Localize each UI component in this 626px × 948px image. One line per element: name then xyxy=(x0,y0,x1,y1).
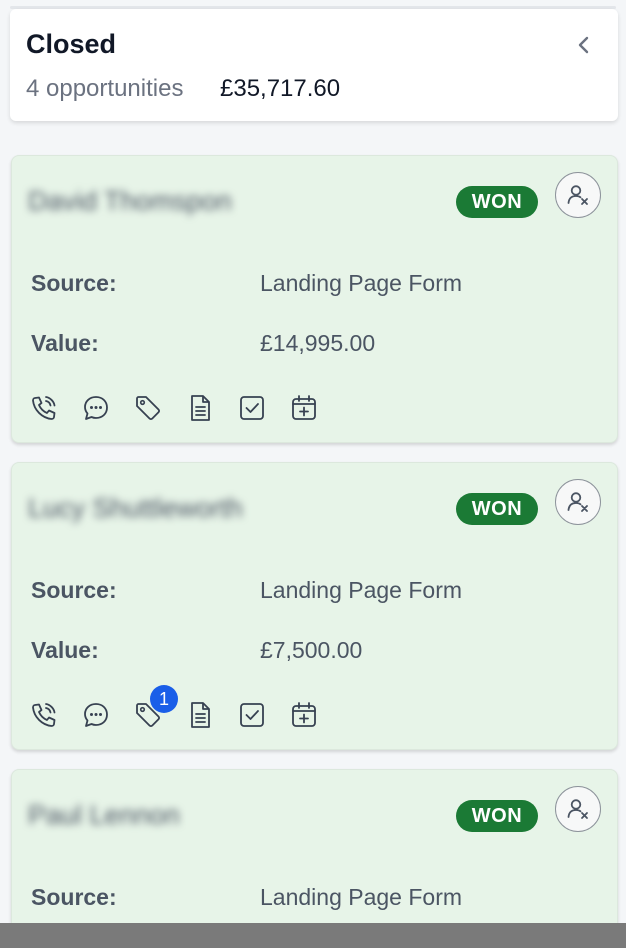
value-label: Value: xyxy=(31,330,99,356)
bottom-scroll-bar xyxy=(0,923,626,948)
notes-button[interactable] xyxy=(184,699,216,731)
appointment-button[interactable] xyxy=(288,699,320,731)
task-icon xyxy=(240,396,264,420)
task-button[interactable] xyxy=(236,392,268,424)
value-label: Value: xyxy=(31,637,99,663)
unassign-user-button[interactable] xyxy=(555,786,601,832)
status-badge: WON xyxy=(456,186,538,218)
tag-icon xyxy=(136,396,160,420)
column-title: Closed xyxy=(26,29,117,59)
calendar-add-icon xyxy=(292,395,316,420)
notes-button[interactable] xyxy=(184,392,216,424)
tag-button[interactable]: 1 xyxy=(132,685,178,731)
note-icon xyxy=(191,702,210,728)
phone-icon xyxy=(32,396,56,420)
tag-count-badge: 1 xyxy=(150,685,178,713)
unassign-user-button[interactable] xyxy=(555,479,601,525)
unassign-user-button[interactable] xyxy=(555,172,601,218)
source-value: Landing Page Form xyxy=(260,884,463,910)
source-label: Source: xyxy=(31,884,117,910)
task-icon xyxy=(240,703,264,727)
contact-name[interactable]: David Thomspon xyxy=(28,186,232,217)
message-button[interactable] xyxy=(80,392,112,424)
source-label: Source: xyxy=(31,270,117,296)
message-button[interactable] xyxy=(80,699,112,731)
source-value: Landing Page Form xyxy=(260,270,463,296)
status-badge: WON xyxy=(456,493,538,525)
call-button[interactable] xyxy=(28,699,60,731)
call-button[interactable] xyxy=(28,392,60,424)
opportunity-value: £14,995.00 xyxy=(260,330,376,356)
opportunity-card[interactable]: David Thomspon WON Source: Landing Page … xyxy=(11,155,618,443)
contact-name[interactable]: Lucy Shuttleworth xyxy=(28,493,243,524)
status-badge: WON xyxy=(456,800,538,832)
calendar-add-icon xyxy=(292,702,316,727)
column-total-value: £35,717.60 xyxy=(220,75,341,102)
opportunity-card[interactable]: Paul Lennon WON Source: Landing Page For… xyxy=(11,769,618,939)
user-remove-icon xyxy=(567,799,588,819)
user-remove-icon xyxy=(567,492,588,512)
chat-icon xyxy=(84,703,108,727)
phone-icon xyxy=(32,703,56,727)
chevron-left-icon xyxy=(578,36,589,54)
chat-icon xyxy=(84,396,108,420)
task-button[interactable] xyxy=(236,699,268,731)
contact-name[interactable]: Paul Lennon xyxy=(28,800,180,831)
opportunity-count: 4 opportunities xyxy=(26,75,184,102)
user-remove-icon xyxy=(567,185,588,205)
opportunity-card[interactable]: Lucy Shuttleworth WON Source: Landing Pa… xyxy=(11,462,618,750)
appointment-button[interactable] xyxy=(288,392,320,424)
source-label: Source: xyxy=(31,577,117,603)
note-icon xyxy=(191,395,210,421)
source-value: Landing Page Form xyxy=(260,577,463,603)
collapse-column-button[interactable] xyxy=(572,33,596,57)
column-header: Closed 4 opportunities £35,717.60 xyxy=(10,9,618,121)
opportunity-value: £7,500.00 xyxy=(260,637,363,663)
tag-button[interactable] xyxy=(132,392,164,424)
